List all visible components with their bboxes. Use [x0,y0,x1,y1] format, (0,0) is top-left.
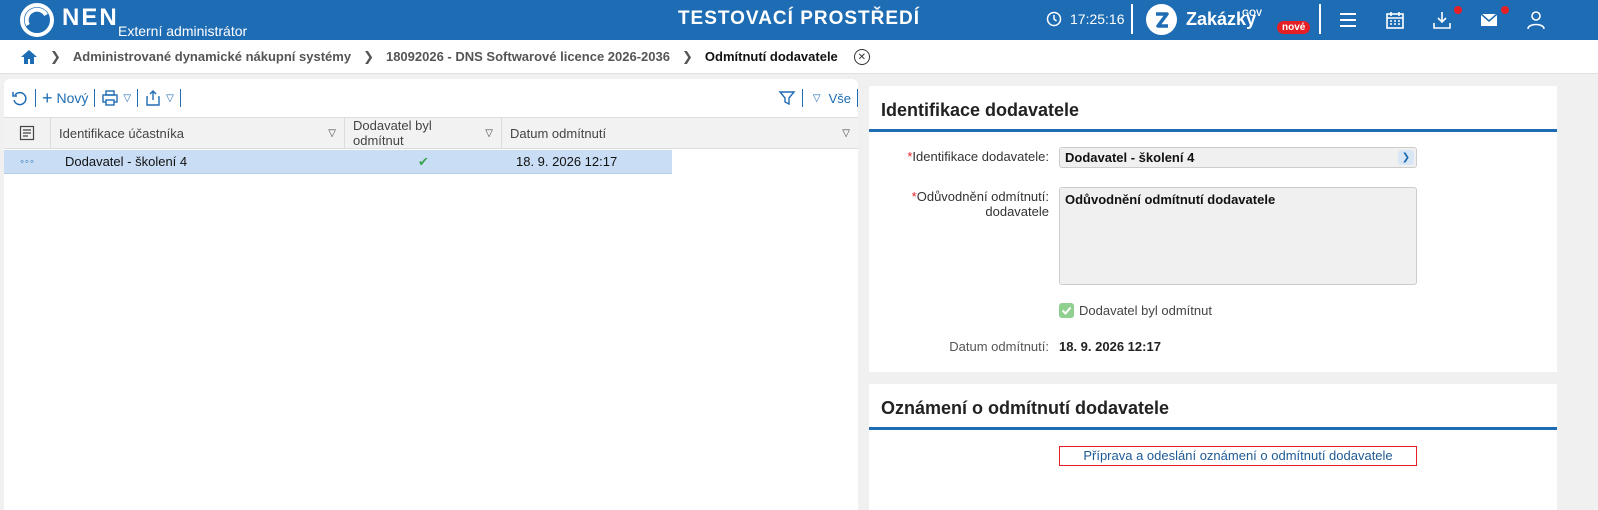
close-tab-icon[interactable]: ✕ [853,49,870,66]
chevron-right-icon: ❯ [681,48,693,64]
list-toolbar: + Nový ▽ ▽ ▽ Vše [4,79,858,117]
column-settings-button[interactable] [4,118,51,148]
chevron-down-icon: ▽ [123,92,132,104]
supplier-identification-card: Identifikace dodavatele *Identifikace do… [869,86,1557,372]
breadcrumb-item-current: Odmítnutí dodavatele [704,49,838,64]
checkbox-checked-icon [1059,303,1074,318]
sort-filter-icon[interactable]: ▽ [485,128,493,139]
table-row[interactable]: ◦◦◦ Dodavatel - školení 4 ✔ 18. 9. 2026 … [4,149,858,174]
breadcrumb-item-dns-detail[interactable]: 18092026 - DNS Softwarové licence 2026-2… [386,49,670,64]
supplier-select[interactable]: Dodavatel - školení 4 ❯ [1059,147,1417,168]
top-bar: NEN Externí administrátor TESTOVACÍ PROS… [0,0,1598,40]
header-divider [1131,4,1133,34]
column-header-rejected[interactable]: Dodavatel byl odmítnut ▽ [345,118,502,148]
new-button[interactable]: + Nový [42,88,88,109]
toolbar-divider [94,89,96,107]
supplier-field-label: *Identifikace dodavatele: [907,149,1049,164]
clock-time: 17:25:16 [1070,11,1125,27]
chevron-right-icon: ❯ [50,48,61,64]
print-icon [102,90,119,106]
column-header-label: Identifikace účastníka [59,125,185,141]
breadcrumb-item-dns-list[interactable]: Administrované dynamické nákupní systémy [73,49,351,64]
zakazky-new-badge: nové [1277,21,1311,34]
export-menu-button[interactable]: ▽ [144,89,174,107]
print-menu-button[interactable]: ▽ [101,89,131,107]
chevron-down-icon: ▽ [166,92,174,104]
checkmark-icon: ✔ [418,153,429,169]
home-icon[interactable] [20,48,38,66]
filter-preset-dropdown[interactable]: ▽ Vše [813,91,851,106]
list-panel: + Nový ▽ ▽ ▽ Vše Identifikace účastníka … [4,79,858,510]
supplier-select-value: Dodavatel - školení 4 [1065,150,1195,165]
logo-text: NEN [62,4,119,31]
calendar-icon[interactable] [1384,9,1406,31]
cell-participant: Dodavatel - školení 4 [65,154,188,169]
download-icon[interactable] [1431,9,1453,31]
new-button-label: Nový [56,90,89,106]
rejected-checkbox-label: Dodavatel byl odmítnut [1079,303,1212,318]
cell-date: 18. 9. 2026 12:17 [516,154,618,169]
prepare-send-notice-button[interactable]: Příprava a odeslání oznámení o odmítnutí… [1059,446,1417,466]
column-header-label: Dodavatel byl odmítnut [353,118,432,148]
open-detail-icon[interactable]: ❯ [1398,150,1414,165]
clock-icon [1046,11,1062,27]
filter-icon[interactable] [778,89,796,107]
column-header-participant[interactable]: Identifikace účastníka ▽ [51,118,345,148]
toolbar-divider [179,89,181,107]
zakazky-gov: GOV [1242,8,1263,18]
mail-notification-dot [1501,6,1509,14]
header-divider [1319,4,1321,34]
refresh-icon[interactable] [11,89,29,107]
chevron-down-icon: ▽ [812,92,821,104]
mail-icon[interactable] [1478,9,1500,31]
download-notification-dot [1454,6,1462,14]
column-header-date[interactable]: Datum odmítnutí ▽ [502,118,858,148]
zakazky-link[interactable]: Zakázky GOV nové [1146,4,1311,35]
sort-filter-icon[interactable]: ▽ [328,128,336,139]
section-title: Identifikace dodavatele [869,86,1557,132]
rejection-notice-card: Oznámení o odmítnutí dodavatele Příprava… [869,384,1557,510]
reason-textarea[interactable]: Odůvodnění odmítnutí dodavatele [1059,187,1417,285]
role-label: Externí administrátor [118,23,248,39]
column-settings-icon [19,125,35,141]
export-icon [146,90,160,106]
toolbar-divider [35,89,36,107]
toolbar-divider [801,89,803,107]
plus-icon: + [42,87,53,108]
chevron-right-icon: ❯ [363,48,374,64]
nen-logo-icon[interactable] [20,3,54,37]
date-field-label: Datum odmítnutí: [949,339,1049,354]
row-actions-icon[interactable]: ◦◦◦ [4,156,51,168]
rejected-checkbox[interactable]: Dodavatel byl odmítnut [1059,303,1212,318]
sort-filter-icon[interactable]: ▽ [842,128,850,139]
zakazky-logo-icon [1146,4,1177,35]
toolbar-divider [857,89,858,107]
reason-field-label: *Odůvodnění odmítnutí: dodavatele [911,189,1049,219]
date-field-value: 18. 9. 2026 12:17 [1059,339,1161,354]
grid-header: Identifikace účastníka ▽ Dodavatel byl o… [4,117,858,149]
user-icon[interactable] [1525,9,1547,31]
toolbar-divider [137,89,139,107]
session-clock: 17:25:16 [1046,11,1125,27]
column-header-label: Datum odmítnutí [510,125,607,141]
section-title: Oznámení o odmítnutí dodavatele [869,384,1557,430]
filter-preset-label: Vše [828,90,851,106]
menu-icon[interactable] [1337,9,1359,31]
breadcrumb: ❯ Administrované dynamické nákupní systé… [0,40,1598,74]
